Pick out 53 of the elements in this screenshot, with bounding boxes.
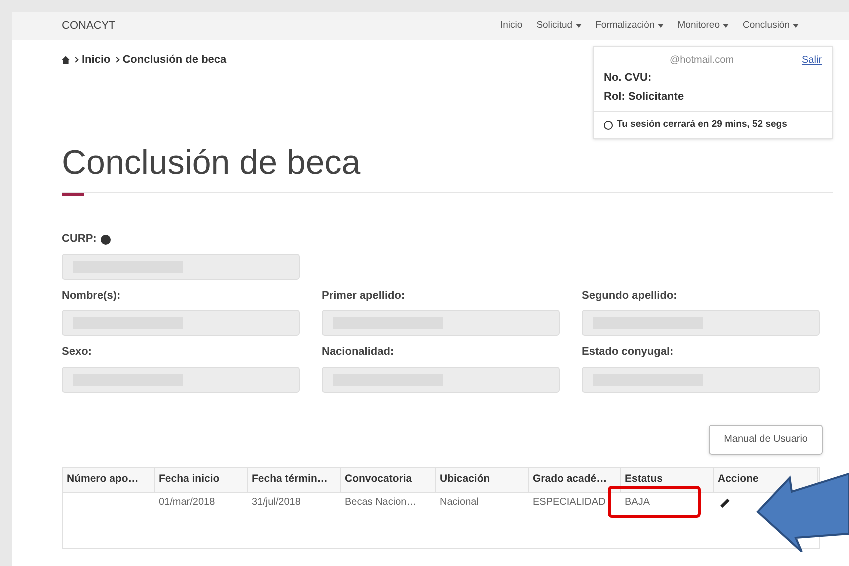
nav-link[interactable]: Formalización	[596, 18, 655, 34]
table-cell-text: 01/mar/2018	[159, 496, 216, 510]
chevron-icon	[73, 57, 79, 64]
input-field[interactable]	[62, 254, 300, 280]
table-cell-text: BAJA	[625, 496, 650, 510]
pencil-icon[interactable]	[720, 498, 730, 508]
input-field[interactable]	[582, 310, 820, 336]
page-title: Conclusión de beca	[62, 143, 362, 184]
input-field[interactable]	[322, 310, 560, 336]
caret-icon	[723, 24, 729, 28]
field-label: Nacionalidad:	[322, 345, 394, 360]
brand-text: CONACYT	[62, 18, 116, 34]
input-field[interactable]	[322, 366, 560, 393]
caret-icon	[658, 24, 664, 28]
logout-link[interactable]: Salir	[802, 53, 822, 68]
input-field[interactable]	[62, 310, 300, 336]
column-header[interactable]: Grado acadé…	[533, 472, 608, 488]
email-text: @hotmail.com	[670, 54, 734, 68]
role-text: Rol: Solicitante	[604, 90, 686, 104]
table-cell-text: ESPECIALIDAD	[533, 496, 606, 510]
user-manual-button[interactable]: Manual de Usuario	[709, 424, 823, 455]
column-header[interactable]: Número apo…	[67, 472, 139, 488]
nav-link[interactable]: Conclusión	[743, 18, 790, 34]
nav-link[interactable]: Monitoreo	[678, 18, 720, 34]
help-icon	[100, 234, 111, 244]
caret-icon	[793, 24, 799, 28]
home-icon[interactable]	[62, 56, 70, 64]
field-label: Primer apellido:	[322, 288, 406, 304]
title-underline-accent	[62, 193, 84, 196]
clock-icon	[604, 120, 613, 130]
column-header[interactable]: Accione	[718, 472, 759, 488]
column-header[interactable]: Fecha inicio	[159, 472, 220, 488]
session-timer-text: Tu sesión cerrará en 29 mins, 52 segs	[617, 118, 788, 132]
column-header[interactable]: Convocatoria	[345, 472, 412, 488]
field-label: Sexo:	[62, 345, 92, 360]
field-label: Estado conyugal:	[582, 345, 674, 360]
table-cell-text: Becas Nacion…	[345, 496, 417, 510]
column-header[interactable]: Fecha términ…	[252, 472, 328, 488]
field-label: CURP:	[62, 232, 97, 248]
breadcrumb-link[interactable]: Inicio	[82, 52, 111, 68]
nav-link[interactable]: Inicio	[500, 18, 523, 34]
breadcrumb-link[interactable]: Conclusión de beca	[122, 52, 227, 68]
table-cell-text: Nacional	[440, 496, 479, 510]
table-cell-text: 31/jul/2018	[252, 496, 301, 510]
input-field[interactable]	[62, 366, 300, 393]
nav-link[interactable]: Solicitud	[536, 18, 573, 34]
input-field[interactable]	[582, 366, 820, 393]
caret-icon	[576, 24, 582, 28]
column-header[interactable]: Estatus	[625, 472, 663, 488]
cvu-label: No. CVU:	[604, 71, 653, 86]
field-label: Nombre(s):	[62, 288, 121, 304]
column-header[interactable]: Ubicación	[440, 472, 490, 488]
field-label: Segundo apellido:	[582, 288, 678, 304]
